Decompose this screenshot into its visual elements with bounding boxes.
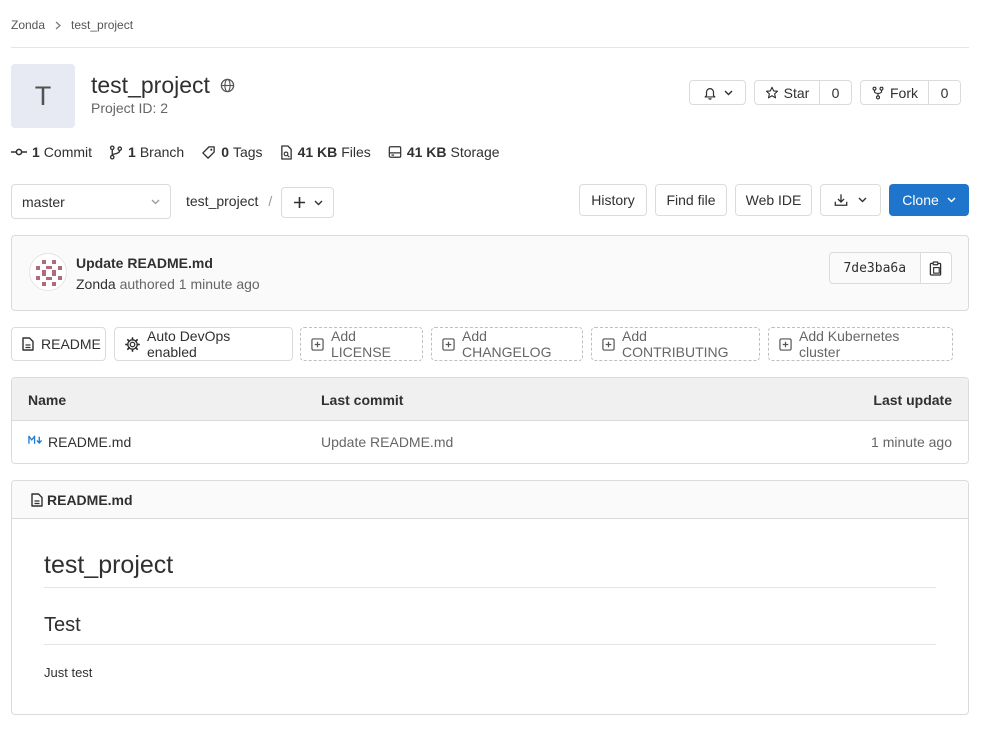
markdown-icon: [28, 435, 43, 445]
file-last-update: 1 minute ago: [871, 434, 952, 450]
file-last-commit[interactable]: Update README.md: [321, 434, 453, 450]
star-count[interactable]: 0: [819, 81, 851, 104]
chevron-down-icon: [314, 200, 323, 206]
commit-meta: Zonda authored 1 minute ago: [76, 276, 260, 292]
commit-title[interactable]: Update README.md: [76, 255, 213, 271]
star-button[interactable]: Star 0: [754, 80, 852, 105]
readme-divider: [44, 644, 936, 645]
readme-body: Just test: [44, 665, 93, 680]
add-kubernetes-shortcut[interactable]: Add Kubernetes cluster: [768, 327, 953, 361]
web-ide-button[interactable]: Web IDE: [735, 184, 812, 216]
file-tree-table: Name Last commit Last update README.md U…: [11, 377, 969, 464]
bell-icon: [703, 86, 717, 100]
repo-path: test_project /: [186, 193, 272, 209]
branch-icon: [109, 144, 128, 160]
readme-header: README.md: [12, 481, 968, 519]
author-avatar[interactable]: [29, 253, 67, 291]
plus-square-icon: [602, 337, 615, 351]
commit-sha[interactable]: 7de3ba6a: [830, 253, 920, 283]
copy-sha-button[interactable]: [919, 253, 951, 283]
commit-author[interactable]: Zonda: [76, 276, 116, 292]
readme-heading-1: test_project: [44, 551, 174, 579]
find-file-button[interactable]: Find file: [655, 184, 727, 216]
plus-square-icon: [779, 337, 792, 351]
clone-button[interactable]: Clone: [889, 184, 969, 216]
star-icon: [765, 86, 779, 100]
chevron-down-icon: [858, 197, 867, 203]
globe-icon: [220, 78, 235, 93]
add-contributing-shortcut[interactable]: Add CONTRIBUTING: [591, 327, 760, 361]
table-header: Name Last commit Last update: [12, 378, 968, 421]
stat-branches[interactable]: 1 Branch: [109, 144, 184, 160]
chevron-down-icon: [151, 199, 160, 205]
add-to-tree-dropdown[interactable]: [281, 187, 334, 218]
readme-panel: README.md test_project Test Just test: [11, 480, 969, 715]
last-commit-panel: [11, 235, 969, 311]
plus-icon: [293, 196, 306, 209]
project-title: test_project: [91, 70, 235, 100]
readme-divider: [44, 587, 936, 588]
col-name: Name: [28, 392, 67, 408]
history-button[interactable]: History: [579, 184, 647, 216]
download-dropdown[interactable]: [820, 184, 881, 216]
add-license-shortcut[interactable]: Add LICENSE: [300, 327, 423, 361]
chevron-down-icon: [947, 197, 956, 203]
readme-filename[interactable]: README.md: [47, 492, 133, 508]
fork-count[interactable]: 0: [928, 81, 960, 104]
fork-icon: [871, 86, 885, 100]
storage-icon: [388, 145, 407, 159]
document-icon: [31, 492, 43, 507]
col-last-commit: Last commit: [321, 392, 404, 408]
stat-storage[interactable]: 41 KB Storage: [388, 144, 500, 160]
stat-files[interactable]: 41 KB Files: [280, 144, 371, 160]
header-divider: [11, 47, 969, 48]
chevron-down-icon: [724, 90, 733, 96]
gear-icon: [125, 336, 140, 352]
file-icon: [280, 144, 298, 160]
auto-devops-shortcut[interactable]: Auto DevOps enabled: [114, 327, 293, 361]
commit-action: authored: [119, 276, 175, 292]
breadcrumb-group[interactable]: Zonda: [11, 18, 45, 32]
project-stats: 1 Commit 1 Branch 0 Tags 41 KB Files 41 KB St…: [11, 142, 517, 162]
table-row[interactable]: README.md Update README.md 1 minute ago: [12, 421, 968, 463]
commit-time: 1 minute ago: [178, 276, 260, 292]
project-name[interactable]: test_project: [91, 72, 210, 99]
path-separator: /: [268, 193, 273, 209]
readme-heading-2: Test: [44, 614, 81, 636]
notifications-dropdown[interactable]: [689, 80, 746, 105]
breadcrumb: Zonda test_project: [11, 17, 133, 33]
readme-shortcut[interactable]: README: [11, 327, 106, 361]
commit-sha-group: 7de3ba6a: [829, 252, 952, 284]
project-avatar[interactable]: T: [11, 64, 75, 128]
tag-icon: [201, 145, 221, 160]
file-name[interactable]: README.md: [48, 434, 131, 450]
branch-name: master: [22, 193, 65, 210]
project-id: Project ID: 2: [91, 100, 169, 116]
project-overview-page: Zonda test_project T test_project Projec…: [0, 0, 993, 730]
clipboard-icon: [929, 260, 942, 276]
stat-tags[interactable]: 0 Tags: [201, 144, 263, 160]
star-label: Star: [783, 84, 810, 101]
plus-square-icon: [311, 337, 324, 351]
path-root[interactable]: test_project: [186, 193, 258, 209]
add-changelog-shortcut[interactable]: Add CHANGELOG: [431, 327, 583, 361]
chevron-right-icon: [51, 20, 65, 30]
document-icon: [22, 337, 34, 351]
fork-label: Fork: [890, 84, 918, 101]
branch-selector[interactable]: master: [11, 184, 171, 219]
stat-commits[interactable]: 1 Commit: [11, 144, 92, 160]
breadcrumb-project[interactable]: test_project: [71, 18, 133, 32]
plus-square-icon: [442, 337, 455, 351]
commit-icon: [11, 146, 32, 158]
fork-button[interactable]: Fork 0: [860, 80, 961, 105]
col-last-update: Last update: [873, 392, 952, 408]
download-icon: [834, 193, 848, 207]
